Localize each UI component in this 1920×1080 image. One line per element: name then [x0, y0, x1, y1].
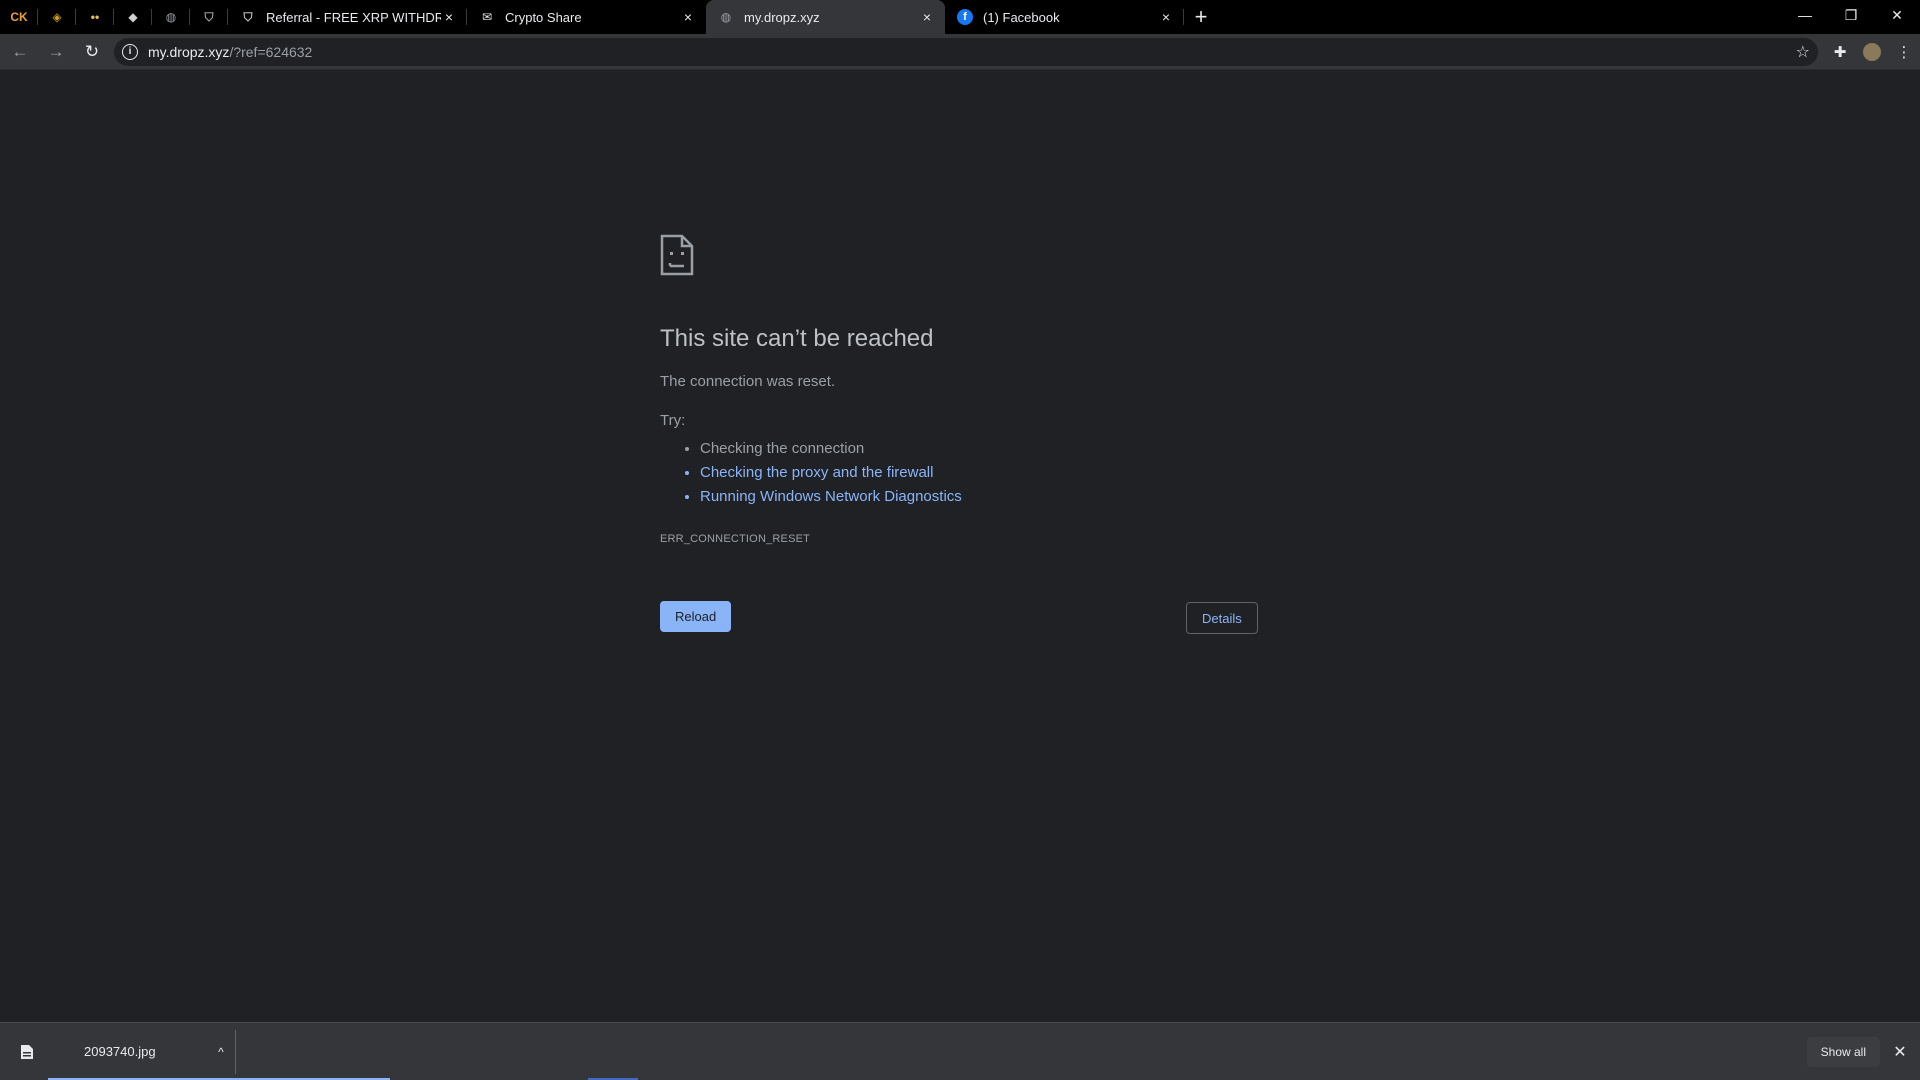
shield-icon: ⛉	[243, 10, 253, 24]
new-tab-button[interactable]: +	[1184, 0, 1218, 34]
button-row: Reload Details	[660, 601, 1260, 637]
minimize-button[interactable]: —	[1782, 0, 1828, 30]
tab-title: Referral - FREE XRP WITHDRAW	[266, 9, 441, 25]
extensions-puzzle-icon[interactable]: ✚	[1824, 36, 1856, 68]
pinned-tab-4[interactable]: ◆	[114, 0, 152, 34]
browser-toolbar: ← → ↻ i my.dropz.xyz/?ref=624632 ☆ ✚ ⋮	[0, 34, 1920, 70]
pinned-tab-2[interactable]: ◈	[38, 0, 76, 34]
ck-logo-icon: CK	[10, 10, 28, 24]
tab-crypto-share[interactable]: ✉ Crypto Share ×	[467, 0, 706, 34]
profile-avatar[interactable]	[1856, 36, 1888, 68]
tab-my-dropz[interactable]: ◍ my.dropz.xyz ×	[706, 0, 945, 34]
show-all-button[interactable]: Show all	[1806, 1036, 1880, 1067]
download-shelf: 2093740.jpg ^ Show all ✕	[0, 1022, 1920, 1080]
suggestion-item: Checking the connection	[700, 437, 1260, 461]
address-bar[interactable]: i my.dropz.xyz/?ref=624632 ☆	[114, 37, 1818, 66]
chevron-up-icon[interactable]: ^	[206, 1045, 236, 1059]
forward-button[interactable]: →	[40, 36, 72, 68]
globe-icon: ◍	[720, 10, 732, 24]
error-title: This site can’t be reached	[660, 325, 934, 352]
url-path: /?ref=624632	[229, 43, 313, 60]
try-label: Try:	[660, 412, 686, 429]
sad-document-icon	[660, 234, 694, 276]
facebook-icon: f	[957, 9, 973, 25]
site-info-icon[interactable]: i	[122, 43, 138, 60]
pinned-tab-5[interactable]: ◍	[152, 0, 190, 34]
reload-icon[interactable]: ↻	[76, 36, 108, 68]
reload-button[interactable]: Reload	[660, 601, 732, 632]
close-tab-icon[interactable]: ×	[919, 9, 935, 25]
eyes-icon: ••	[90, 10, 100, 24]
tab-title: my.dropz.xyz	[744, 9, 820, 25]
back-button[interactable]: ←	[4, 36, 36, 68]
error-code: ERR_CONNECTION_RESET	[660, 533, 811, 545]
globe-icon: ◍	[165, 10, 177, 24]
error-message: The connection was reset.	[660, 373, 836, 390]
download-file-name: 2093740.jpg	[84, 1044, 156, 1059]
close-shelf-icon[interactable]: ✕	[1880, 1042, 1920, 1062]
bookmark-star-icon[interactable]: ☆	[1796, 42, 1810, 62]
diamond-coin-icon: ◈	[52, 10, 62, 24]
pinned-tab-3[interactable]: ••	[76, 0, 114, 34]
close-tab-icon[interactable]: ×	[441, 9, 457, 25]
close-tab-icon[interactable]: ×	[680, 9, 696, 25]
chat-bubble-icon: ◆	[128, 10, 138, 24]
suggestion-link-diagnostics[interactable]: Running Windows Network Diagnostics	[700, 485, 1260, 509]
details-button[interactable]: Details	[1186, 602, 1258, 634]
error-container: This site can’t be reached The connectio…	[660, 234, 1260, 637]
restore-button[interactable]: ❐	[1828, 0, 1874, 30]
url-host: my.dropz.xyz	[148, 43, 230, 60]
shield-icon: ⛉	[204, 10, 214, 24]
tab-strip: CK ◈ •• ◆ ◍ ⛉ ⛉ Referral - FREE XRP WITH…	[0, 0, 1920, 34]
envelope-icon: ✉	[481, 10, 493, 24]
tab-referral[interactable]: ⛉ Referral - FREE XRP WITHDRAW ×	[228, 0, 467, 34]
pinned-tab-1[interactable]: CK	[0, 0, 38, 34]
close-tab-icon[interactable]: ×	[1158, 9, 1174, 25]
tab-title: Crypto Share	[505, 9, 582, 25]
tab-title: (1) Facebook	[983, 9, 1060, 25]
pinned-tab-6[interactable]: ⛉	[190, 0, 228, 34]
browser-menu-icon[interactable]: ⋮	[1888, 36, 1920, 68]
file-icon	[21, 1044, 33, 1059]
tab-facebook[interactable]: f (1) Facebook ×	[945, 0, 1184, 34]
page-content: This site can’t be reached The connectio…	[0, 70, 1920, 1022]
window-close-button[interactable]: ✕	[1874, 0, 1920, 30]
window-controls: — ❐ ✕	[1782, 0, 1920, 30]
avatar-icon	[1863, 42, 1881, 61]
suggestions-list: Checking the connection Checking the pro…	[660, 437, 1260, 509]
suggestion-link-proxy[interactable]: Checking the proxy and the firewall	[700, 461, 1260, 485]
download-item[interactable]: 2093740.jpg ^	[0, 1029, 236, 1074]
